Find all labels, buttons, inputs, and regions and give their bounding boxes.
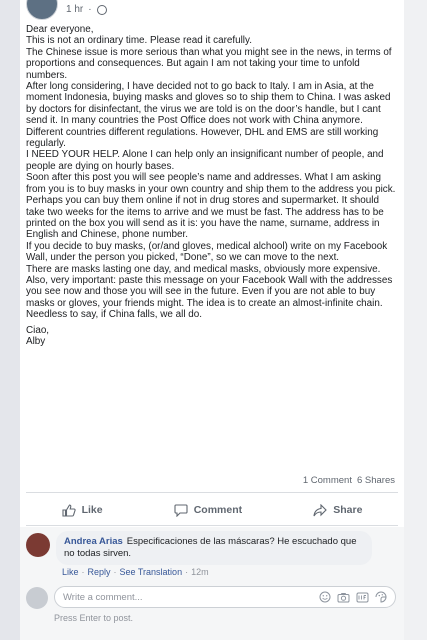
- divider: [26, 525, 398, 526]
- post-header: 1 hr ·: [26, 0, 396, 22]
- post-paragraph: After long considering, I have decided n…: [26, 81, 391, 150]
- post-paragraph: Needless to say, if China falls, we all …: [26, 309, 203, 321]
- comment-bubble: Andrea Arias Especificaciones de las másc…: [56, 531, 372, 565]
- post-paragraph: This is not an ordinary time. Please rea…: [26, 35, 252, 47]
- like-button[interactable]: Like: [52, 502, 113, 519]
- comment-author[interactable]: Andrea Arias: [64, 536, 123, 547]
- action-bar: Like Comment Share: [26, 497, 398, 523]
- left-page-margin: [0, 0, 20, 640]
- commenter-avatar[interactable]: [26, 533, 50, 557]
- camera-icon[interactable]: [337, 592, 350, 603]
- post-meta: 1 hr ·: [66, 4, 107, 15]
- comment-label: Comment: [193, 504, 243, 516]
- separator: ·: [185, 567, 189, 577]
- comment-count-link[interactable]: 1 Comment: [303, 475, 352, 486]
- like-label: Like: [81, 504, 103, 516]
- emoji-icon[interactable]: [319, 591, 331, 603]
- meta-separator: ·: [88, 4, 92, 15]
- comment-button[interactable]: Comment: [164, 502, 252, 519]
- post-card: 1 hr · Dear everyone, This is not an ord…: [20, 0, 404, 640]
- comment-actions: Like · Reply · See Translation · 12m: [62, 567, 209, 577]
- right-page-margin: [404, 0, 427, 640]
- comment-time[interactable]: 12m: [191, 567, 209, 577]
- author-avatar[interactable]: [26, 0, 58, 20]
- press-enter-hint: Press Enter to post.: [54, 613, 134, 623]
- like-icon: [62, 503, 76, 517]
- current-user-avatar[interactable]: [26, 587, 48, 609]
- post-body: Dear everyone, This is not an ordinary t…: [26, 24, 398, 347]
- comment-reply-link[interactable]: Reply: [88, 567, 111, 577]
- comment-like-link[interactable]: Like: [62, 567, 79, 577]
- share-icon: [313, 503, 328, 516]
- globe-icon[interactable]: [96, 4, 107, 15]
- separator: ·: [81, 567, 85, 577]
- share-button[interactable]: Share: [303, 502, 372, 519]
- engagement-counts: 1 Comment 6 Shares: [303, 475, 395, 486]
- composer-icons: [319, 591, 387, 603]
- comment-icon: [174, 503, 188, 517]
- share-label: Share: [333, 504, 363, 516]
- post-signature: Alby: [26, 335, 46, 347]
- post-paragraph: Also, very important: paste this message…: [26, 274, 393, 309]
- post-paragraph: There are masks lasting one day, and med…: [26, 263, 381, 275]
- post-paragraph: If you decide to buy masks, (or/and glov…: [26, 240, 388, 264]
- see-translation-link[interactable]: See Translation: [120, 567, 183, 577]
- share-count-link[interactable]: 6 Shares: [357, 475, 395, 486]
- post-paragraph: The Chinese issue is more serious than w…: [26, 46, 392, 81]
- post-timestamp[interactable]: 1 hr: [66, 4, 83, 15]
- sticker-icon[interactable]: [375, 591, 387, 603]
- post-paragraph: Soon after this post you will see people…: [26, 172, 396, 241]
- post-closing: Ciao,: [26, 324, 50, 336]
- comment-input-placeholder: Write a comment...: [63, 591, 143, 603]
- post-paragraph: I NEED YOUR HELP. Alone I can help only …: [26, 149, 384, 172]
- post-paragraph: Dear everyone,: [26, 24, 94, 35]
- divider: [26, 492, 398, 493]
- separator: ·: [113, 567, 117, 577]
- comments-section: Andrea Arias Especificaciones de las másc…: [20, 527, 404, 640]
- comment-input[interactable]: Write a comment...: [54, 586, 396, 608]
- gif-icon[interactable]: [356, 592, 369, 603]
